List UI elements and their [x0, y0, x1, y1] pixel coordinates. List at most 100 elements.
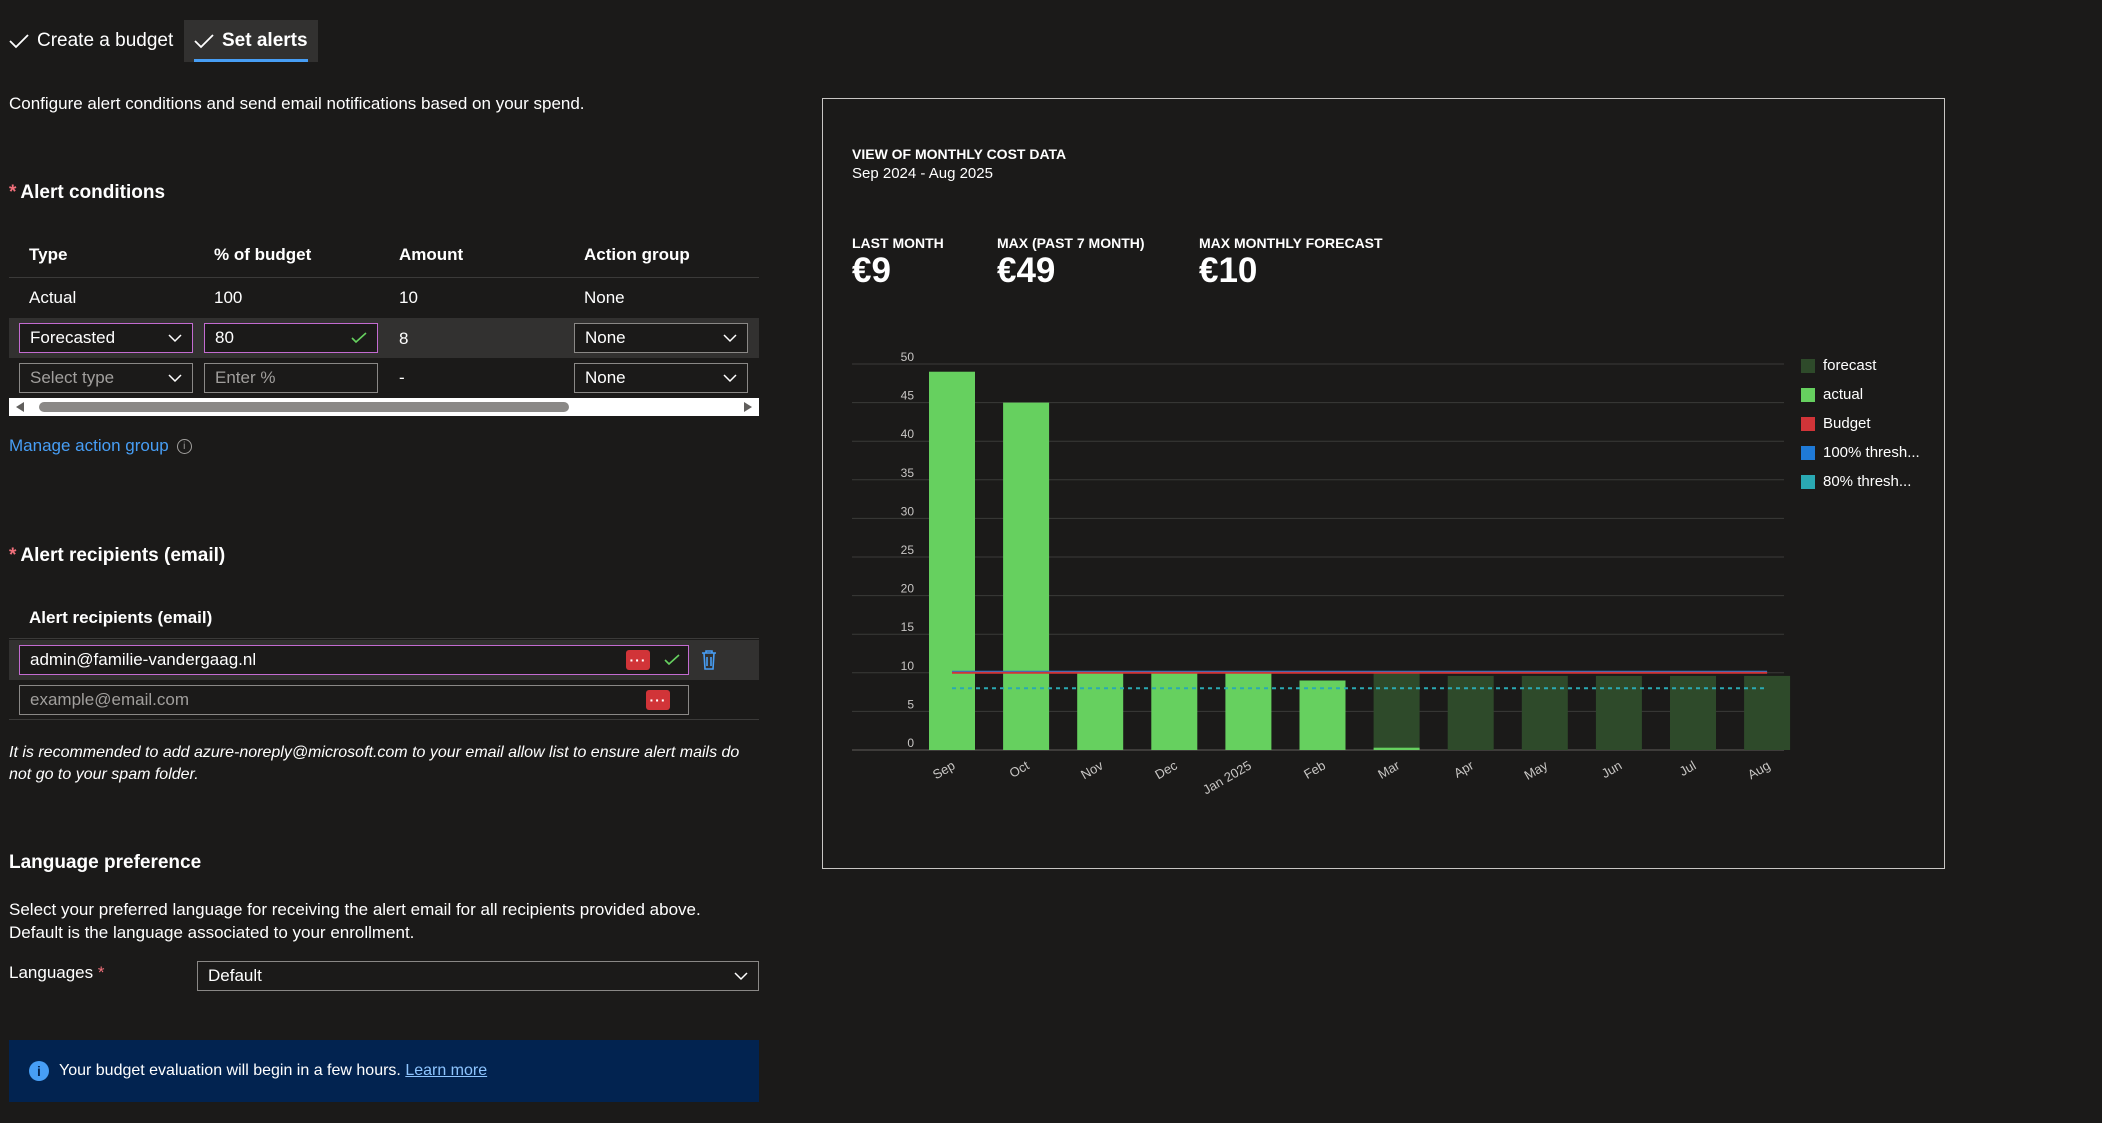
forecast-bar [1744, 675, 1791, 750]
y-tick-label: 25 [901, 543, 915, 557]
info-icon: i [29, 1061, 49, 1081]
info-banner: i Your budget evaluation will begin in a… [9, 1040, 759, 1102]
column-header-percent: % of budget [214, 245, 312, 264]
legend-swatch [1801, 474, 1815, 489]
column-header-action-group: Action group [584, 245, 690, 264]
more-options-icon[interactable]: ··· [626, 650, 650, 670]
tab-create-budget[interactable]: Create a budget [9, 20, 173, 62]
monthly-cost-chart: 0 5 10 15 20 25 30 35 40 45 50 Sep Oct Nov Dec Jan 2025… [852, 350, 1791, 798]
actual-bar [1077, 672, 1124, 750]
alert-conditions-title: Alert conditions [20, 182, 166, 203]
x-tick-label: Sep [930, 758, 958, 783]
legend-label: Budget [1823, 415, 1871, 432]
row2-percent-input[interactable]: 80 [204, 323, 378, 353]
banner-text: Your budget evaluation will begin in a f… [59, 1062, 401, 1079]
more-options-icon[interactable]: ··· [646, 690, 670, 710]
row2-action-group-select[interactable]: None [574, 323, 748, 353]
x-tick-label: May [1522, 757, 1551, 783]
row3-action-group-value: None [585, 368, 626, 387]
y-tick-label: 10 [901, 659, 915, 673]
chevron-down-icon [723, 333, 737, 342]
row1-type: Actual [29, 288, 77, 307]
chevron-down-icon [723, 373, 737, 382]
legend-forecast: forecast [1801, 357, 1876, 374]
row2-type-value: Forecasted [30, 328, 116, 347]
checkmark-icon [9, 34, 29, 49]
tab-set-alerts[interactable]: Set alerts [184, 20, 318, 62]
row2-action-group-value: None [585, 328, 626, 347]
row2-type-select[interactable]: Forecasted [19, 323, 193, 353]
x-tick-label: Feb [1301, 758, 1328, 782]
alert-recipients-title: Alert recipients (email) [20, 545, 226, 566]
page-description: Configure alert conditions and send emai… [9, 94, 585, 113]
active-tab-indicator [194, 59, 308, 62]
row3-amount: - [399, 368, 405, 387]
row3-percent-placeholder: Enter % [215, 368, 276, 387]
allowlist-note: It is recommended to add azure-noreply@m… [9, 744, 740, 783]
x-tick-label: Aug [1745, 758, 1773, 783]
divider [9, 277, 759, 278]
manage-action-group-link[interactable]: Manage action group [9, 436, 169, 455]
manage-action-group: Manage action group i [9, 436, 192, 456]
y-tick-label: 35 [901, 466, 915, 480]
x-tick-label: Nov [1078, 757, 1106, 782]
forecast-bar [1521, 675, 1568, 750]
legend-80-threshold: 80% thresh... [1801, 473, 1911, 490]
alert-recipients-heading: * Alert recipients (email) [9, 545, 225, 567]
languages-label-text: Languages [9, 963, 94, 982]
forecast-bar [1373, 672, 1420, 750]
languages-label: Languages * [9, 963, 109, 983]
row3-type-select[interactable]: Select type [19, 363, 193, 393]
email-value: admin@familie-vandergaag.nl [30, 650, 257, 669]
forecast-bar [1595, 675, 1642, 750]
y-tick-label: 15 [901, 620, 915, 634]
learn-more-link[interactable]: Learn more [405, 1062, 487, 1080]
horizontal-scrollbar[interactable] [9, 398, 759, 416]
required-asterisk: * [9, 182, 17, 203]
actual-bar [929, 371, 975, 750]
info-icon[interactable]: i [176, 439, 192, 455]
tab-label: Create a budget [37, 30, 174, 51]
y-tick-label: 30 [901, 504, 915, 518]
forecast-bar [1670, 675, 1716, 750]
scroll-left-icon[interactable] [15, 402, 25, 412]
row3-action-group-select[interactable]: None [574, 363, 748, 393]
row3-percent-input[interactable]: Enter % [204, 363, 378, 393]
y-tick-label: 20 [901, 582, 915, 596]
column-header-amount: Amount [399, 245, 464, 264]
language-description: Select your preferred language for recei… [9, 900, 701, 942]
checkmark-icon [351, 332, 367, 344]
language-preference-heading: Language preference [9, 852, 202, 873]
delete-icon[interactable] [701, 650, 717, 670]
x-tick-label: Dec [1152, 757, 1180, 782]
x-tick-label: Apr [1451, 757, 1477, 780]
legend-label: 80% thresh... [1823, 473, 1912, 490]
x-tick-label: Jun [1599, 758, 1625, 781]
x-tick-label: Jan 2025 [1200, 758, 1254, 798]
legend-swatch [1801, 445, 1815, 460]
divider [9, 638, 759, 639]
cost-chart-panel: VIEW OF MONTHLY COST DATA Sep 2024 - Aug… [822, 98, 1945, 869]
legend-label: 100% thresh... [1823, 444, 1920, 461]
x-tick-label: Jul [1677, 758, 1699, 779]
legend-swatch [1801, 416, 1815, 431]
row1-action-group: None [584, 288, 625, 307]
actual-bar [1151, 672, 1198, 750]
column-header-type: Type [29, 245, 68, 264]
row2-amount: 8 [399, 329, 409, 348]
email-field-2[interactable]: example@email.com [19, 685, 689, 715]
row3-type-placeholder: Select type [30, 368, 115, 387]
y-tick-label: 5 [907, 697, 914, 711]
email-field-1[interactable]: admin@familie-vandergaag.nl [19, 645, 689, 675]
language-select[interactable]: Default [197, 961, 759, 991]
actual-bar [1003, 402, 1050, 750]
checkmark-icon [664, 654, 680, 666]
legend-actual: actual [1801, 386, 1863, 403]
scroll-right-icon[interactable] [743, 402, 753, 412]
y-tick-label: 40 [901, 427, 915, 441]
row1-amount: 10 [399, 288, 418, 307]
y-tick-label: 50 [901, 350, 915, 364]
legend-budget: Budget [1801, 415, 1871, 432]
scrollbar-thumb[interactable] [39, 402, 569, 412]
chevron-down-icon [168, 373, 182, 382]
